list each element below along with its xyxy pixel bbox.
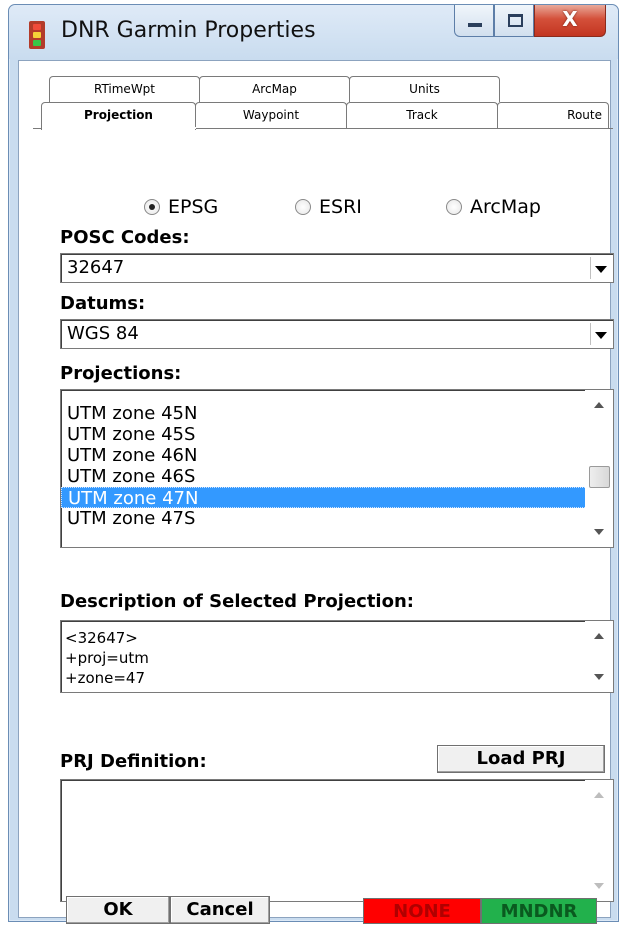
datums-value: WGS 84 [67,323,139,344]
prj-definition-label: PRJ Definition: [60,751,207,772]
posc-codes-combo[interactable]: 32647 [60,253,614,283]
projections-list[interactable]: UTM zone 45N UTM zone 45S UTM zone 46N U… [60,389,614,548]
dialog-body: RTimeWpt ArcMap Units Projection Waypoin… [18,60,614,924]
tab-waypoint[interactable]: Waypoint [195,102,347,128]
tab-rtimewpt[interactable]: RTimeWpt [49,76,200,102]
radio-arcmap[interactable]: ArcMap [446,196,541,218]
chevron-down-icon[interactable] [590,257,610,279]
radio-esri[interactable]: ESRI [295,196,362,218]
datums-combo[interactable]: WGS 84 [60,319,614,349]
minimize-icon [468,23,482,27]
list-item[interactable]: UTM zone 45S [61,424,595,445]
description-label: Description of Selected Projection: [60,591,414,612]
maximize-icon [508,14,523,27]
title-bar[interactable]: DNR Garmin Properties X [9,5,618,59]
radio-dot [446,199,462,215]
list-item[interactable]: UTM zone 45N [61,403,595,424]
list-item[interactable]: UTM zone 46N [61,445,595,466]
description-line: <32647> [65,629,138,647]
radio-epsg[interactable]: EPSG [144,196,218,218]
datums-label: Datums: [60,293,146,314]
scroll-down-icon[interactable] [594,529,604,535]
tab-track[interactable]: Track [346,102,498,128]
scroll-down-icon[interactable] [594,883,604,889]
radio-label: EPSG [168,196,219,218]
radio-label: ESRI [319,196,362,218]
tab-projection[interactable]: Projection [41,102,196,130]
radio-dot [144,199,160,215]
list-item[interactable]: UTM zone 47S [61,508,595,529]
prj-definition-textbox[interactable] [60,779,614,902]
scroll-down-icon[interactable] [594,674,604,680]
tab-arcmap[interactable]: ArcMap [199,76,350,102]
load-prj-button[interactable]: Load PRJ [437,745,605,773]
tab-row-front: Projection Waypoint Track Route [41,102,609,130]
description-line: +zone=47 [65,669,146,687]
list-item[interactable]: UTM zone 46S [61,466,595,487]
properties-window: DNR Garmin Properties X RTimeWpt ArcMap … [8,4,619,924]
tab-units[interactable]: Units [349,76,500,102]
radio-dot [295,199,311,215]
posc-codes-value: 32647 [67,257,125,278]
description-scrollbar[interactable] [585,621,613,692]
description-line: +proj=utm [65,649,149,667]
prj-scrollbar[interactable] [585,780,613,901]
minimize-button[interactable] [454,5,494,37]
traffic-light-icon [29,21,45,49]
ok-button[interactable]: OK [66,896,170,924]
chevron-down-icon[interactable] [590,323,610,345]
maximize-button[interactable] [494,5,534,37]
tab-row-back: RTimeWpt ArcMap Units [49,76,500,102]
projections-label: Projections: [60,363,182,384]
close-button[interactable]: X [534,5,606,37]
status-mndnr-badge: MNDNR [481,898,597,924]
window-title: DNR Garmin Properties [61,18,316,43]
description-textbox[interactable]: <32647> +proj=utm +zone=47 [60,620,614,693]
cancel-button[interactable]: Cancel [170,896,270,924]
scroll-up-icon[interactable] [594,402,604,408]
source-radio-group: EPSG ESRI ArcMap [144,196,614,222]
radio-label: ArcMap [470,196,541,218]
posc-codes-label: POSC Codes: [60,227,190,248]
scroll-thumb[interactable] [589,466,610,488]
scroll-up-icon[interactable] [594,633,604,639]
tab-route[interactable]: Route [497,102,609,128]
projections-scrollbar[interactable] [585,390,613,547]
scroll-up-icon[interactable] [594,792,604,798]
close-icon: X [562,7,578,31]
status-none-badge: NONE [363,898,481,924]
list-item-selected[interactable]: UTM zone 47N [61,487,595,509]
